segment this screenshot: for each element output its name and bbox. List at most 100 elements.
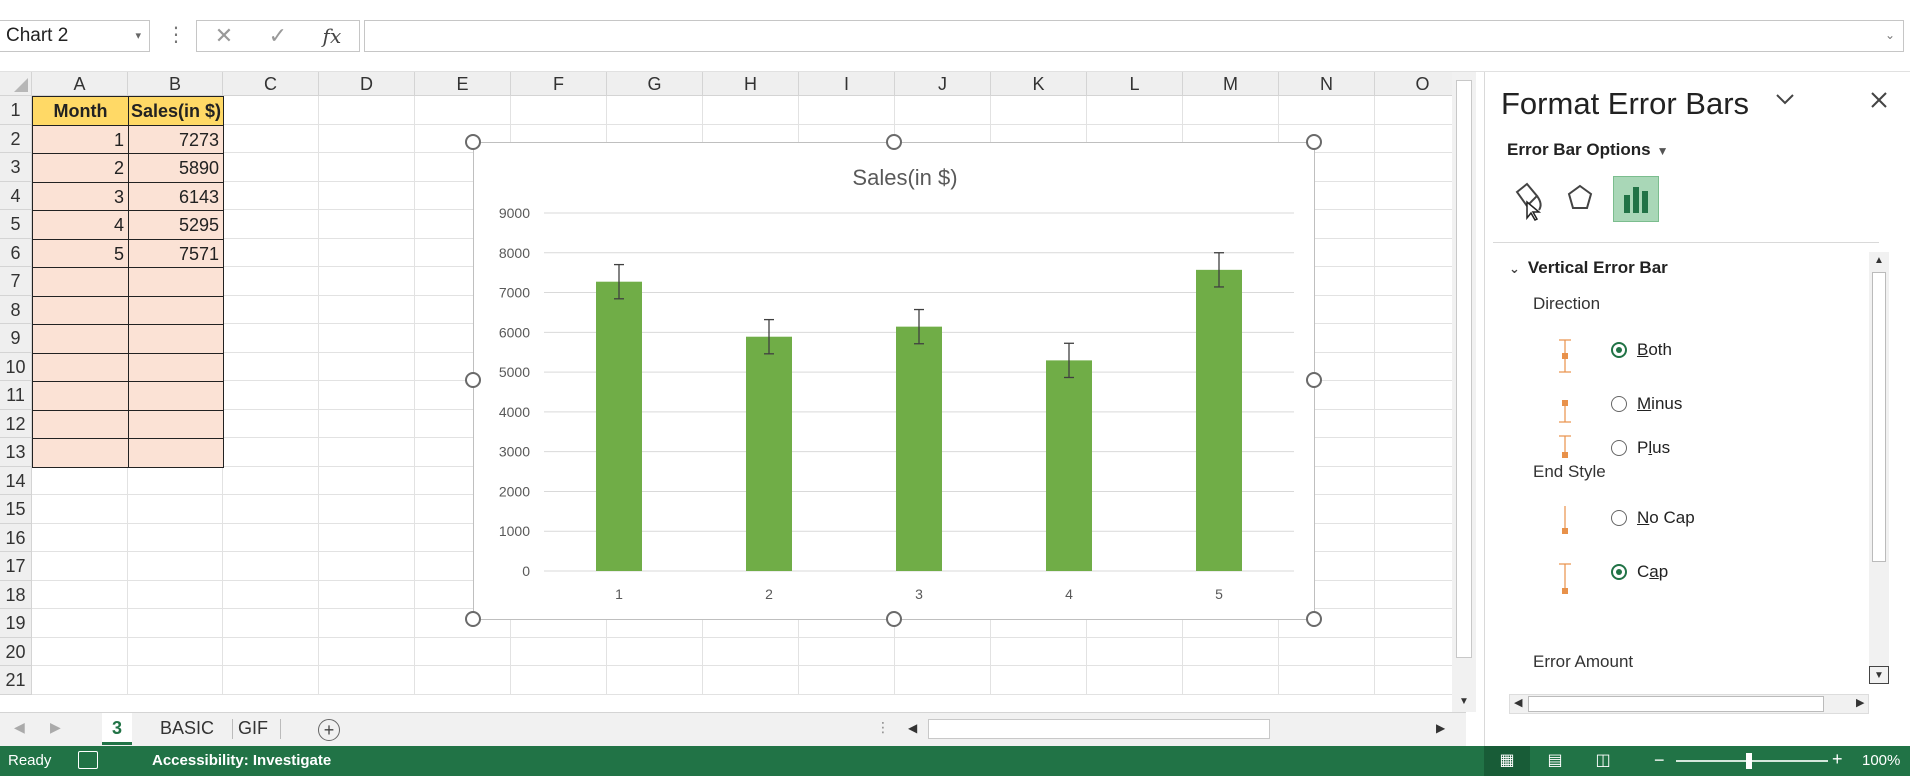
chart-area[interactable]: Sales(in $) 0 1000 2000 3000 4000 5000 6000 7000… <box>473 142 1315 620</box>
y-tick-label[interactable]: 6000 <box>499 324 530 340</box>
table-cell[interactable] <box>128 295 224 325</box>
enter-button[interactable]: ✓ <box>269 23 287 49</box>
sheet-tab-3[interactable]: 3 <box>102 713 133 745</box>
row-header[interactable]: 12 <box>0 409 32 438</box>
normal-view-icon[interactable]: ▦ <box>1484 746 1530 776</box>
column-header[interactable]: L <box>1087 72 1183 96</box>
next-sheet-icon[interactable]: ▶ <box>50 719 61 736</box>
vertical-error-bar-section[interactable]: ⌄ Vertical Error Bar <box>1509 258 1668 278</box>
pane-horizontal-scrollbar[interactable]: ◀ ▶ <box>1509 694 1869 714</box>
y-tick-label[interactable]: 2000 <box>499 483 530 499</box>
fill-line-icon[interactable] <box>1503 176 1549 222</box>
table-cell[interactable] <box>32 409 129 439</box>
zoom-out-button[interactable]: − <box>1654 750 1665 771</box>
grid-cell[interactable] <box>223 267 319 296</box>
resize-handle-left[interactable] <box>465 372 481 388</box>
grid-cell[interactable] <box>319 153 415 182</box>
grid-cell[interactable] <box>319 466 415 495</box>
macro-record-icon[interactable] <box>78 751 98 769</box>
x-tick-label[interactable]: 1 <box>615 586 623 602</box>
y-tick-label[interactable]: 9000 <box>499 205 530 221</box>
grid-cell[interactable] <box>319 352 415 381</box>
grid-cell[interactable] <box>799 666 895 695</box>
radio-button[interactable] <box>1611 342 1627 358</box>
row-header[interactable]: 16 <box>0 523 32 552</box>
grid-cell[interactable] <box>703 666 799 695</box>
grid-cell[interactable] <box>511 666 607 695</box>
sheet-tab-gif[interactable]: GIF <box>228 713 278 745</box>
table-cell[interactable] <box>128 324 224 354</box>
direction-plus-option[interactable]: Plus <box>1611 438 1670 458</box>
resize-handle-bottom-right[interactable] <box>1306 611 1322 627</box>
grid-cell[interactable] <box>319 181 415 210</box>
row-header[interactable]: 9 <box>0 324 32 353</box>
radio-button[interactable] <box>1611 440 1627 456</box>
grid-cell[interactable] <box>319 210 415 239</box>
grid-cell[interactable] <box>223 580 319 609</box>
select-all-button[interactable] <box>0 72 32 96</box>
row-header[interactable]: 21 <box>0 666 32 695</box>
x-tick-label[interactable]: 3 <box>915 586 923 602</box>
grid-cell[interactable] <box>1087 637 1183 666</box>
grid-cell[interactable] <box>223 438 319 467</box>
table-header-cell[interactable]: Month <box>32 96 129 126</box>
grid-cell[interactable] <box>1279 96 1375 125</box>
y-tick-label[interactable]: 8000 <box>499 245 530 261</box>
grid-cell[interactable] <box>223 523 319 552</box>
row-header[interactable]: 4 <box>0 181 32 210</box>
grid-cell[interactable] <box>223 238 319 267</box>
y-tick-label[interactable]: 5000 <box>499 364 530 380</box>
direction-both-option[interactable]: Both <box>1611 340 1672 360</box>
zoom-level[interactable]: 100% <box>1862 752 1900 769</box>
resize-handle-bottom[interactable] <box>886 611 902 627</box>
table-cell[interactable]: 5890 <box>128 153 224 183</box>
zoom-in-button[interactable]: + <box>1832 749 1843 770</box>
scroll-left-arrow[interactable]: ◀ <box>1514 696 1522 709</box>
grid-cell[interactable] <box>319 324 415 353</box>
bar[interactable] <box>1196 269 1242 571</box>
grid-cell[interactable] <box>319 295 415 324</box>
resize-handle-top-right[interactable] <box>1306 134 1322 150</box>
bar[interactable] <box>896 326 942 571</box>
grid-cell[interactable] <box>128 523 223 552</box>
grid-cell[interactable] <box>223 466 319 495</box>
table-cell[interactable] <box>32 295 129 325</box>
pane-scroll-thumb[interactable] <box>1872 272 1886 562</box>
horizontal-scrollbar[interactable]: ◀ ▶ <box>902 717 1454 741</box>
row-header[interactable]: 11 <box>0 381 32 410</box>
column-header[interactable]: M <box>1183 72 1279 96</box>
grid-cell[interactable] <box>319 495 415 524</box>
grid-cell[interactable] <box>895 666 991 695</box>
grid-cell[interactable] <box>319 523 415 552</box>
tab-split-handle[interactable]: ⋮ <box>876 719 890 736</box>
grid-cell[interactable] <box>319 124 415 153</box>
grid-cell[interactable] <box>223 409 319 438</box>
scroll-down-arrow[interactable]: ▼ <box>1452 692 1476 712</box>
grid-cell[interactable] <box>32 637 128 666</box>
grid-cell[interactable] <box>32 523 128 552</box>
grid-cell[interactable] <box>319 637 415 666</box>
radio-button[interactable] <box>1611 564 1627 580</box>
table-cell[interactable] <box>128 409 224 439</box>
grid-cell[interactable] <box>799 96 895 125</box>
pane-vertical-scrollbar[interactable]: ▲ ▼ <box>1869 252 1889 684</box>
table-cell[interactable]: 4 <box>32 210 129 240</box>
row-header[interactable]: 14 <box>0 466 32 495</box>
grid-cell[interactable] <box>607 637 703 666</box>
table-cell[interactable]: 6143 <box>128 181 224 211</box>
grid-cell[interactable] <box>223 381 319 410</box>
table-cell[interactable]: 7571 <box>128 238 224 268</box>
grid-cell[interactable] <box>319 438 415 467</box>
table-cell[interactable]: 2 <box>32 153 129 183</box>
grid-cell[interactable] <box>703 96 799 125</box>
table-cell[interactable] <box>128 267 224 297</box>
grid-cell[interactable] <box>128 637 223 666</box>
horizontal-scroll-thumb[interactable] <box>928 719 1270 739</box>
column-header[interactable]: K <box>991 72 1087 96</box>
add-sheet-button[interactable]: + <box>318 719 340 741</box>
bar-options-icon[interactable] <box>1613 176 1659 222</box>
grid-cell[interactable] <box>319 580 415 609</box>
grid-cell[interactable] <box>128 466 223 495</box>
table-cell[interactable] <box>128 438 224 468</box>
table-cell[interactable] <box>128 352 224 382</box>
